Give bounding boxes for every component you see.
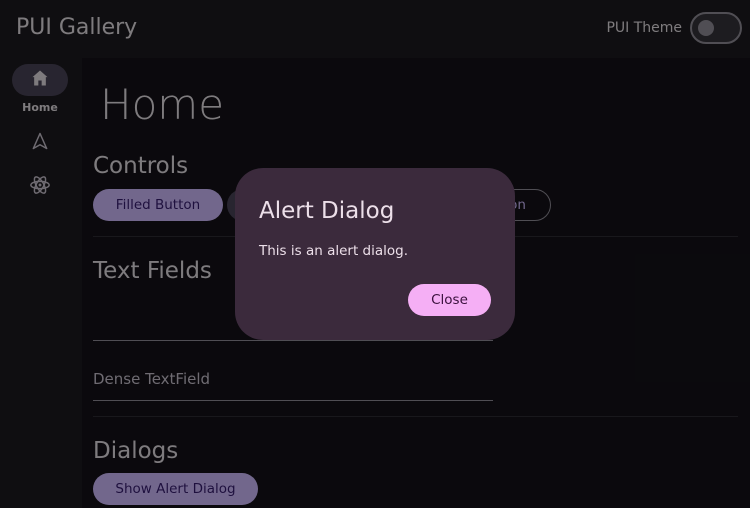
dialog-title: Alert Dialog (259, 198, 395, 224)
close-button[interactable]: Close (408, 284, 491, 316)
alert-dialog: Alert Dialog This is an alert dialog. Cl… (235, 168, 515, 340)
dialog-body: This is an alert dialog. (259, 243, 409, 259)
